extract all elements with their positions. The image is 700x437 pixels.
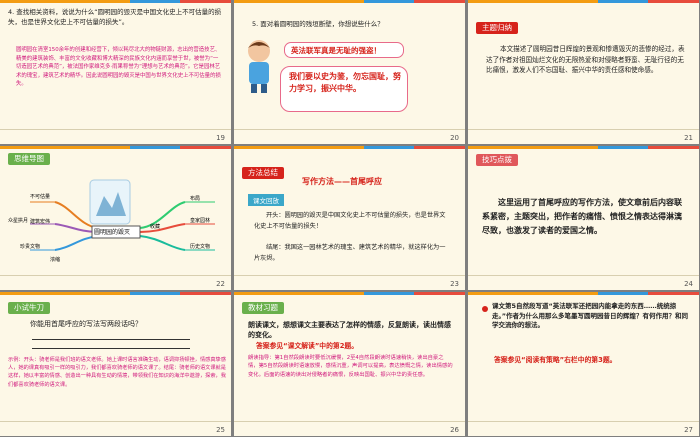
slide-number: 20 xyxy=(450,134,459,142)
example-text: 示例：开头：骑老师是我们班的语文老师。她上课时语言准确生动，语调抑扬顿挫，情感真… xyxy=(8,357,226,388)
slide-number: 25 xyxy=(216,426,225,434)
right-node-1: 布局 xyxy=(190,196,201,202)
question-text: 朗读课文，想想课文主要表达了怎样的情感，反复朗读，读出情感的变化。 xyxy=(248,321,451,339)
slide-footer xyxy=(468,421,699,436)
answer-line-2 xyxy=(32,348,190,349)
slide-22[interactable]: 思维导图 圆明园的毁灭 不可估量 众星拱月 建筑宏伟 珍贵文物 布局 皇家园林 … xyxy=(0,146,231,290)
speech-bubble-1: 英法联军真是无耻的强盗！ xyxy=(284,42,404,58)
section-tab: 思维导图 xyxy=(8,153,50,165)
slide-top-bar xyxy=(234,146,465,149)
slide-footer xyxy=(0,275,231,290)
slide-top-bar xyxy=(0,146,231,149)
slide-number: 24 xyxy=(684,280,693,288)
slide-19[interactable]: 4. 查找相关资料，说说为什么“圆明园的毁灭是中国文化史上不可估量的损失，也是世… xyxy=(0,0,231,144)
question-text: 4. 查找相关资料，说说为什么“圆明园的毁灭是中国文化史上不可估量的损失，也是世… xyxy=(8,8,222,26)
left-node-3: 建筑宏伟 xyxy=(30,219,51,225)
slide-number: 26 xyxy=(450,426,459,434)
slide-footer xyxy=(468,129,699,144)
section-tab: 方法总结 xyxy=(242,167,284,179)
slide-top-bar xyxy=(0,292,231,295)
bottom-label: 浓缩 xyxy=(50,257,61,263)
section-tab: 主题归纳 xyxy=(476,22,518,34)
summary-text: 本文描述了圆明园昔日辉煌的景观和惨遭毁灭的悲惨的经过，表达了作者对祖国灿烂文化的… xyxy=(486,45,685,74)
slide-top-bar xyxy=(468,292,699,295)
slide-top-bar xyxy=(0,0,231,3)
question-text: 你能用首尾呼应的写法写两段话吗？ xyxy=(30,320,142,328)
slide-27[interactable]: 课文第5自然段写道“英法联军还把园内能拿走的东西……统统掠走。”作者为什么用那么… xyxy=(468,292,699,436)
slide-20[interactable]: 5. 面对着圆明园的残垣断壁，你想说些什么？ 英法联军真是无耻的强盗！ 我们要以… xyxy=(234,0,465,144)
slide-23[interactable]: 方法总结 写作方法——首尾呼应 课文回放 开头：圆明园的毁灭是中国文化史上不可估… xyxy=(234,146,465,290)
ending-text: 结尾：我国这一园林艺术的瑰宝、建筑艺术的精华，就这样化为一片灰烬。 xyxy=(254,244,446,262)
bubble1-text: 英法联军真是无耻的强盗！ xyxy=(291,46,381,55)
slide-number: 23 xyxy=(450,280,459,288)
slide-footer xyxy=(0,421,231,436)
heading: 写作方法——首尾呼应 xyxy=(302,177,382,186)
slide-top-bar xyxy=(468,0,699,3)
speech-bubble-2: 我们要以史为鉴，勿忘国耻，努力学习，振兴中华。 xyxy=(280,66,408,112)
label-tag: 课文回放 xyxy=(248,194,284,206)
question-text: 5. 面对着圆明园的残垣断壁，你想说些什么？ xyxy=(252,20,384,28)
slide-top-bar xyxy=(234,292,465,295)
right-node-4: 历史文物 xyxy=(190,244,211,250)
slide-number: 22 xyxy=(216,280,225,288)
tip-text: 这里运用了首尾呼应的写作方法，使文章前后内容联系紧密，主题突出，把作者的痛惜、愤… xyxy=(482,198,682,235)
slide-footer xyxy=(234,275,465,290)
answer-text: 答案参见“课文解读”中的第2题。 xyxy=(256,342,359,350)
slide-24[interactable]: 技巧点拨 这里运用了首尾呼应的写作方法，使文章前后内容联系紧密，主题突出，把作者… xyxy=(468,146,699,290)
slide-top-bar xyxy=(234,0,465,3)
right-node-2: 皇家园林 xyxy=(190,218,211,224)
bullet-icon xyxy=(482,306,488,312)
slide-top-bar xyxy=(468,146,699,149)
answer-text: 答案参见“阅读有策略”右栏中的第3题。 xyxy=(494,356,617,364)
slide-number: 21 xyxy=(684,134,693,142)
left-node-2: 众星拱月 xyxy=(8,218,29,224)
slide-footer xyxy=(0,129,231,144)
question-text: 课文第5自然段写道“英法联军还把园内能拿走的东西……统统掠走。”作者为什么用那么… xyxy=(492,302,689,329)
left-node-1: 不可估量 xyxy=(30,194,51,200)
slide-footer xyxy=(468,275,699,290)
section-tab: 教材习题 xyxy=(242,302,284,314)
answer-line-1 xyxy=(32,339,190,340)
slide-number: 27 xyxy=(684,426,693,434)
reading-guide: 朗读指导：第1自然段朗读时要低沉缓慢，2至4自然段朗读时语速稍快，读出自豪之情，… xyxy=(248,355,453,378)
bubble2-text: 我们要以史为鉴，勿忘国耻，努力学习，振兴中华。 xyxy=(289,72,401,93)
center-node: 圆明园的毁灭 xyxy=(94,229,131,236)
slide-number: 19 xyxy=(216,134,225,142)
slide-21[interactable]: 主题归纳 本文描述了圆明园昔日辉煌的景观和惨遭毁灭的悲惨的经过，表达了作者对祖国… xyxy=(468,0,699,144)
boy-illustration xyxy=(248,40,270,93)
slide-footer xyxy=(234,421,465,436)
opening-text: 开头：圆明园的毁灭是中国文化史上不可估量的损失，也是世界文化史上不可估量的损失！ xyxy=(254,212,446,230)
section-tab: 小试牛刀 xyxy=(8,302,50,314)
slide-25[interactable]: 小试牛刀 你能用首尾呼应的写法写两段话吗？ 示例：开头：骑老师是我们班的语文老师… xyxy=(0,292,231,436)
slide-26[interactable]: 教材习题 朗读课文，想想课文主要表达了怎样的情感，反复朗读，读出情感的变化。 答… xyxy=(234,292,465,436)
section-tab: 技巧点拨 xyxy=(476,154,518,166)
answer-text: 圆明园在清室150余年的创建和经营下，倾以耗尽北大的物链财源，志出的营造技艺、精… xyxy=(16,47,221,88)
right-node-3: 收藏 xyxy=(150,224,161,230)
left-node-4: 珍贵文物 xyxy=(20,244,41,250)
slide-footer xyxy=(234,129,465,144)
